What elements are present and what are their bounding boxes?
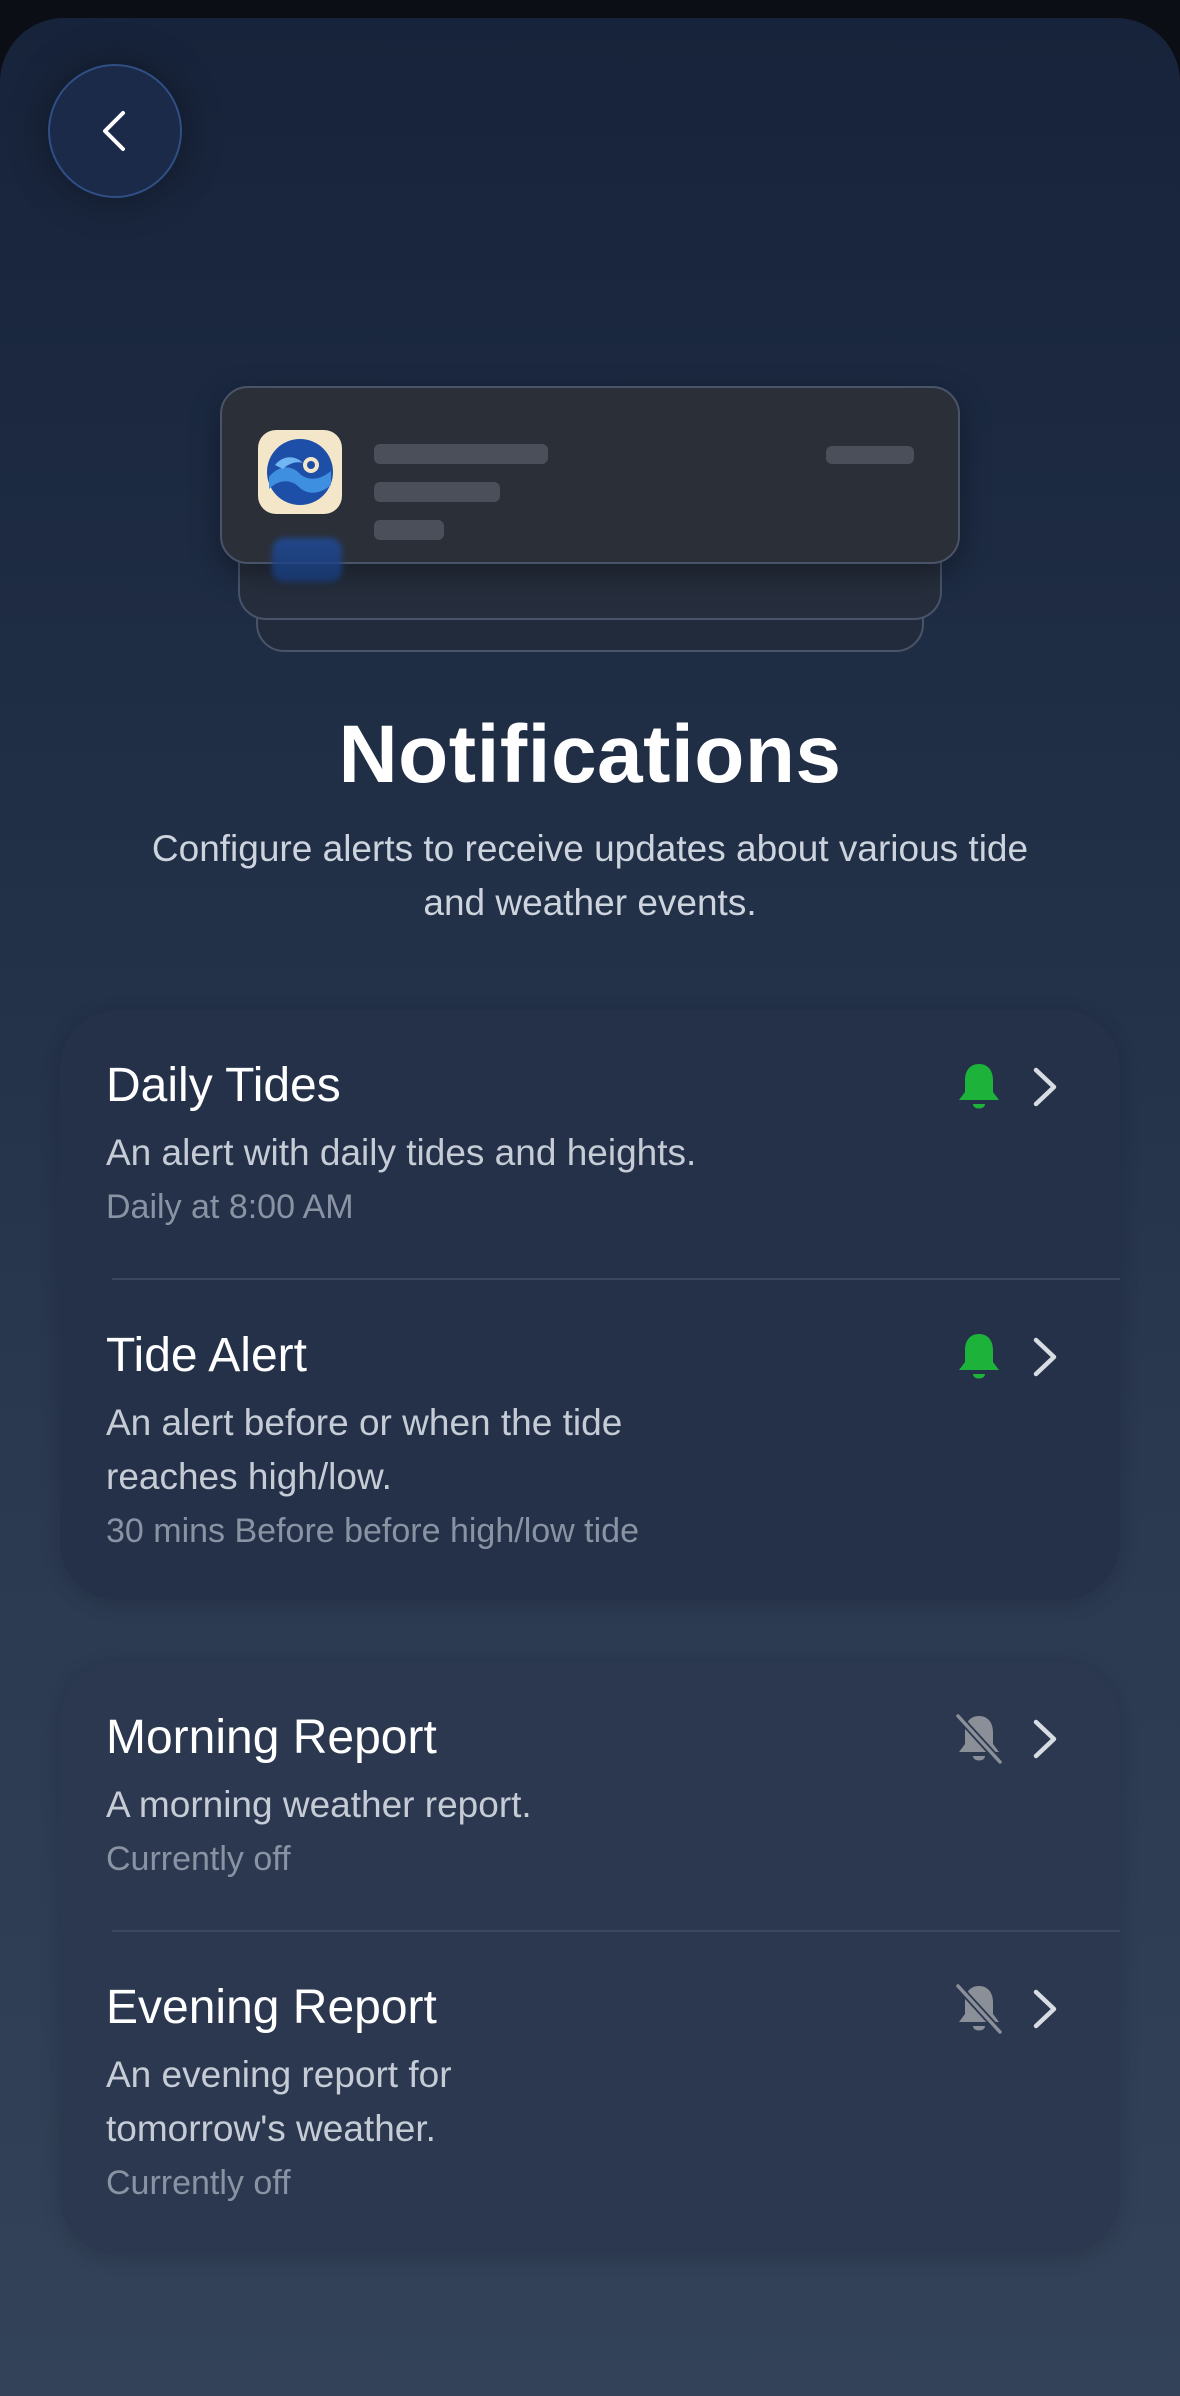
bell-off-icon	[954, 1712, 1004, 1766]
notification-description: An alert before or when the tide reaches…	[106, 1402, 623, 1497]
preview-card-front	[220, 386, 960, 582]
placeholder-line	[374, 520, 444, 540]
page-subtitle: Configure alerts to receive updates abou…	[151, 828, 1029, 923]
chevron-right-icon	[1033, 1719, 1057, 1759]
weather-reports-group: Morning Report A morning weather report.…	[60, 1662, 1120, 2254]
app-icon	[258, 430, 342, 514]
notification-status: Currently off	[106, 2164, 291, 2202]
chevron-right-icon	[1033, 1337, 1057, 1377]
ghost-app-icon	[272, 538, 342, 582]
notification-title: Morning Report	[106, 1711, 437, 1764]
notification-status: Currently off	[106, 1840, 291, 1878]
placeholder-line	[374, 482, 500, 502]
tide-alerts-group: Daily Tides An alert with daily tides an…	[60, 1010, 1120, 1600]
notification-row-tide-alert[interactable]: Tide Alert An alert before or when the t…	[60, 1280, 1120, 1600]
notification-title: Evening Report	[106, 1981, 437, 2034]
notification-preview-illustration	[0, 18, 1180, 718]
notifications-screen: Notifications Configure alerts to receiv…	[0, 18, 1180, 2396]
notification-description: A morning weather report.	[106, 1784, 532, 1825]
page-title: Notifications	[338, 709, 842, 800]
bell-icon	[959, 1064, 999, 1109]
notification-description: An evening report for tomorrow's weather…	[106, 2054, 452, 2149]
bell-off-icon	[954, 1982, 1004, 2036]
bell-icon	[959, 1334, 999, 1379]
notification-description: An alert with daily tides and heights.	[106, 1132, 697, 1173]
notification-row-evening-report[interactable]: Evening Report An evening report for tom…	[60, 1932, 1120, 2254]
notification-row-morning-report[interactable]: Morning Report A morning weather report.…	[60, 1662, 1120, 1930]
notification-schedule: Daily at 8:00 AM	[106, 1188, 354, 1226]
tide-wave-icon	[267, 439, 333, 505]
notification-schedule: 30 mins Before before high/low tide	[106, 1512, 639, 1550]
notification-row-daily-tides[interactable]: Daily Tides An alert with daily tides an…	[60, 1010, 1120, 1278]
notification-title: Tide Alert	[106, 1329, 307, 1382]
chevron-right-icon	[1033, 1067, 1057, 1107]
placeholder-line	[374, 444, 548, 464]
notification-title: Daily Tides	[106, 1059, 341, 1112]
chevron-right-icon	[1033, 1989, 1057, 2029]
placeholder-time	[826, 446, 914, 464]
